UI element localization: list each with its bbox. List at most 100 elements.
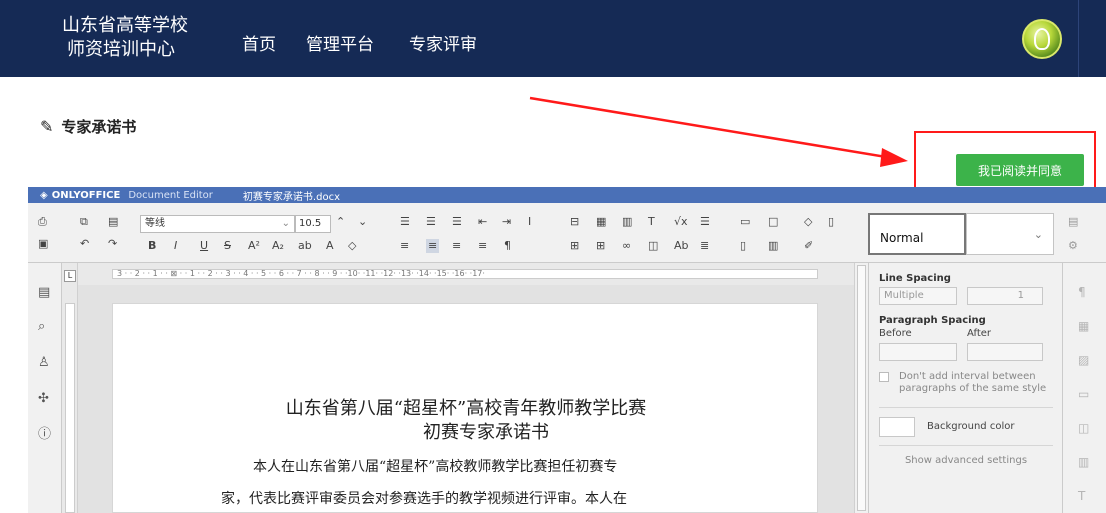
clear-icon[interactable]: ◇	[804, 215, 812, 229]
paragraph-style-value: Normal	[880, 231, 924, 245]
chevron-down-icon: ⌄	[281, 218, 290, 229]
table-settings-icon[interactable]: ▦	[1078, 319, 1089, 333]
line-spacing-type-value: Multiple	[884, 290, 924, 301]
insert-textbox-icon[interactable]: T	[648, 215, 655, 229]
onlyoffice-logo-icon: ◈	[40, 189, 48, 201]
bold-icon[interactable]: B	[148, 239, 156, 253]
paragraph-style-normal[interactable]: Normal	[868, 213, 966, 255]
spacing-after-input[interactable]	[967, 343, 1043, 361]
search-icon[interactable]: ⌕	[38, 319, 45, 334]
paragraph-style-gallery[interactable]: ⌄	[966, 213, 1054, 255]
copy-style-icon[interactable]: ▯	[828, 215, 834, 229]
plugins-icon[interactable]: ✣	[38, 391, 49, 406]
insert-columns-icon[interactable]: ⊞	[570, 239, 579, 253]
agree-button[interactable]: 我已阅读并同意	[956, 154, 1084, 186]
doc-paragraph-line-1: 本人在山东省第八届“超星杯”高校教师教学比赛担任初赛专	[253, 459, 618, 475]
print-icon[interactable]: ⎙	[38, 215, 47, 229]
italic-icon[interactable]: I	[174, 239, 177, 253]
font-name-value: 等线	[145, 218, 165, 229]
textart-settings-icon[interactable]: T	[1078, 489, 1085, 503]
document-name: 初赛专家承诺书.docx	[242, 191, 340, 203]
hyperlink-icon[interactable]: ∞	[622, 239, 631, 253]
chart-settings-icon[interactable]: ▥	[1078, 455, 1089, 469]
page-margins-icon[interactable]: ▭	[740, 215, 750, 229]
editor-toolbar: ⎙ ▣ ⧉ ▤ ↶ ↷ 等线 ⌄ 10.5 ⌃ ⌄ B I U S A² A₂ …	[28, 203, 1106, 263]
bullet-list-icon[interactable]: ☰	[400, 215, 410, 229]
font-size-select[interactable]: 10.5	[295, 215, 331, 233]
shape-settings-icon[interactable]: ◫	[1078, 421, 1089, 435]
align-center-icon[interactable]: ≡	[426, 239, 440, 253]
line-spacing-type-select[interactable]: Multiple	[879, 287, 957, 305]
font-color-icon[interactable]: A	[326, 239, 334, 253]
image-settings-icon[interactable]: ▨	[1078, 353, 1089, 367]
editor-left-sidebar: ▤ ⌕ ♙ ✣ ⓘ	[28, 263, 62, 513]
tab-stop-selector[interactable]: L	[64, 270, 76, 282]
file-icon[interactable]: ▤	[38, 285, 50, 300]
insert-chart-icon[interactable]: ▥	[622, 215, 632, 229]
header-settings-icon[interactable]: ▭	[1078, 387, 1089, 401]
align-right-icon[interactable]: ≡	[452, 239, 461, 253]
decrease-font-icon[interactable]: ⌄	[358, 215, 367, 229]
vertical-ruler	[62, 263, 78, 513]
onlyoffice-logo: ◈ ONLYOFFICE Document Editor	[40, 190, 213, 201]
page-size-icon[interactable]: ▯	[740, 239, 746, 253]
show-advanced-settings-link[interactable]: Show advanced settings	[869, 455, 1063, 466]
paste-icon[interactable]: ▤	[108, 215, 118, 229]
line-spacing-label: Line Spacing	[879, 273, 951, 284]
insert-page-break-icon[interactable]: ⊟	[570, 215, 579, 229]
increase-indent-icon[interactable]: ⇥	[502, 215, 511, 229]
chevron-down-icon: ⌄	[1033, 228, 1043, 241]
font-name-select[interactable]: 等线 ⌄	[140, 215, 295, 233]
increase-font-icon[interactable]: ⌃	[336, 215, 345, 229]
panel-divider	[879, 445, 1053, 446]
justify-icon[interactable]: ≡	[478, 239, 487, 253]
document-page[interactable]: 山东省第八届“超星杯”高校青年教师教学比赛 初赛专家承诺书 本人在山东省第八届“…	[112, 303, 818, 513]
info-icon[interactable]: ⓘ	[38, 423, 51, 442]
dont-add-interval-checkbox[interactable]	[879, 372, 889, 382]
line-spacing-icon[interactable]: I	[528, 215, 531, 229]
insert-dropcap-icon[interactable]: ≣	[700, 239, 709, 253]
insert-equation-icon[interactable]: √x	[674, 215, 688, 229]
line-spacing-amount-input[interactable]: 1	[967, 287, 1043, 305]
insert-shape-icon[interactable]: ◫	[648, 239, 658, 253]
scrollbar-thumb[interactable]	[857, 265, 866, 511]
decrease-indent-icon[interactable]: ⇤	[478, 215, 487, 229]
clear-style-icon[interactable]: ◇	[348, 239, 356, 253]
multilevel-list-icon[interactable]: ☰	[452, 215, 462, 229]
paragraph-settings-icon[interactable]: ¶	[1078, 285, 1086, 299]
copy-icon[interactable]: ⧉	[80, 215, 88, 229]
background-color-picker[interactable]	[879, 417, 915, 437]
view-settings-icon[interactable]: ▤	[1068, 215, 1078, 229]
after-label: After	[967, 328, 992, 339]
dont-add-interval-label: Don't add interval between paragraphs of…	[899, 371, 1047, 394]
underline-icon[interactable]: U	[200, 239, 208, 253]
strikethrough-icon[interactable]: S	[224, 239, 231, 253]
doc-title-line-2: 初赛专家承诺书	[423, 422, 549, 443]
align-left-icon[interactable]: ≡	[400, 239, 409, 253]
horizontal-ruler[interactable]: 3 · · 2 · · 1 · · ⊠ · · 1 · · 2 · · 3 · …	[78, 263, 854, 285]
spacing-before-input[interactable]	[879, 343, 957, 361]
line-spacing-amount-value: 1	[1017, 290, 1024, 301]
vertical-scrollbar[interactable]	[854, 263, 868, 513]
gear-icon[interactable]: ⚙	[1068, 239, 1078, 253]
insert-table-icon[interactable]: ⊞	[596, 239, 605, 253]
paragraph-settings-panel: Line Spacing Multiple 1 Paragraph Spacin…	[868, 263, 1062, 513]
subscript-icon[interactable]: A₂	[272, 239, 284, 253]
before-label: Before	[879, 328, 912, 339]
redo-icon[interactable]: ↷	[108, 237, 117, 251]
page-orientation-icon[interactable]: □	[768, 215, 778, 229]
undo-icon[interactable]: ↶	[80, 237, 89, 251]
paragraph-marks-icon[interactable]: ¶	[504, 239, 511, 253]
comments-icon[interactable]: ♙	[38, 355, 50, 370]
columns-layout-icon[interactable]: ▥	[768, 239, 778, 253]
save-icon[interactable]: ▣	[38, 237, 48, 251]
numbered-list-icon[interactable]: ☰	[426, 215, 436, 229]
highlight-icon[interactable]: ab	[298, 239, 312, 253]
insert-header-icon[interactable]: ☰	[700, 215, 710, 229]
insert-image-icon[interactable]: ▦	[596, 215, 606, 229]
superscript-icon[interactable]: A²	[248, 239, 260, 253]
insert-text-art-icon[interactable]: Ab	[674, 239, 689, 253]
background-color-label: Background color	[927, 421, 1015, 432]
editor-header: ◈ ONLYOFFICE Document Editor 初赛专家承诺书.doc…	[28, 187, 1106, 203]
format-painter-icon[interactable]: ✐	[804, 239, 813, 253]
